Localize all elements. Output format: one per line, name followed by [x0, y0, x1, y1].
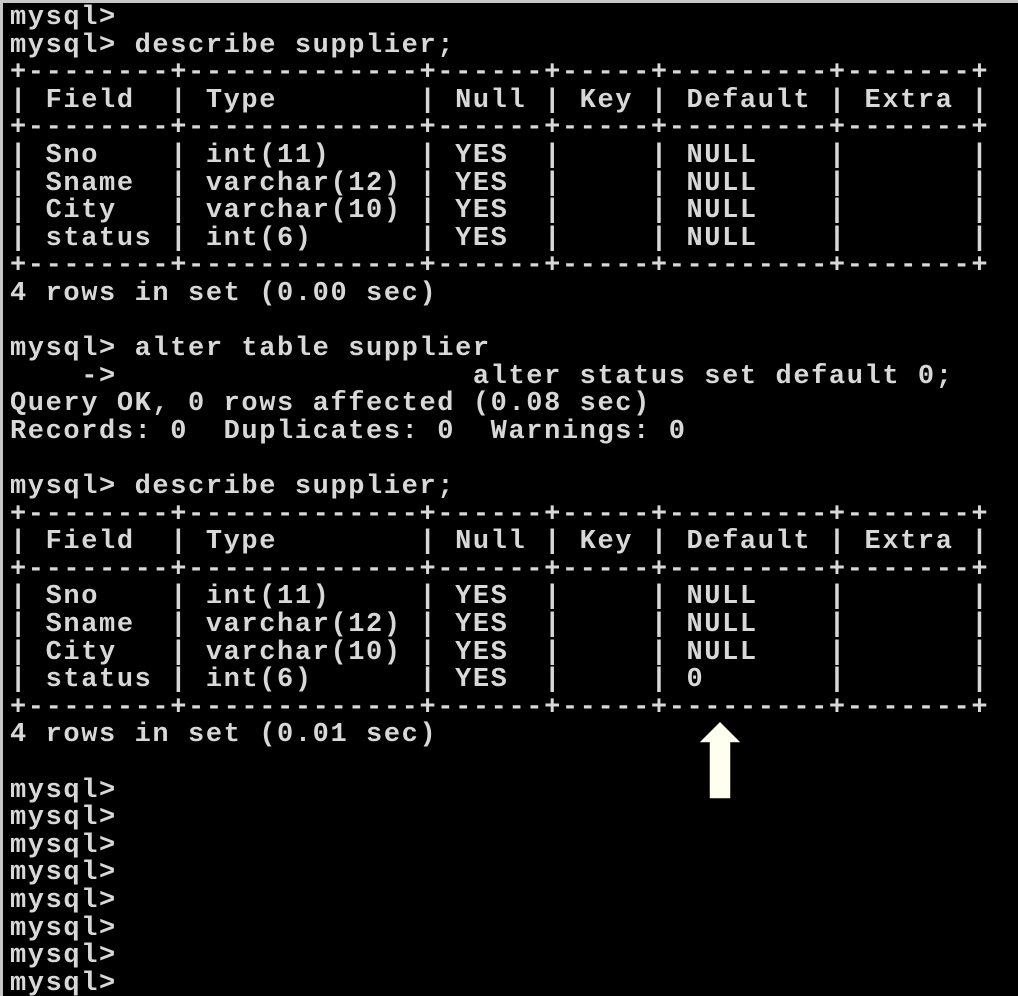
console-line: mysql> — [10, 830, 117, 861]
console-line: -> alter status set default 0; — [10, 361, 954, 392]
console-line: | City | varchar(10) | YES | | NULL | | — [10, 196, 990, 227]
console-line: | Sno | int(11) | YES | | NULL | | — [10, 582, 990, 613]
console-line: +--------+-------------+------+-----+---… — [10, 58, 990, 89]
console-line: mysql> — [10, 968, 117, 996]
console-line: Records: 0 Duplicates: 0 Warnings: 0 — [10, 416, 687, 447]
console-line: +--------+-------------+------+-----+---… — [10, 692, 990, 723]
console-line: | status | int(6) | YES | | 0 | | — [10, 665, 990, 696]
console-line: mysql> — [10, 941, 117, 972]
console-line: +--------+-------------+------+-----+---… — [10, 499, 990, 530]
console-line: | Field | Type | Null | Key | Default | … — [10, 527, 990, 558]
console-line: mysql> — [10, 886, 117, 916]
console-line: mysql> describe supplier; — [10, 472, 456, 503]
console-line: +--------+-------------+------+-----+---… — [10, 251, 990, 282]
console-line: mysql> — [10, 858, 117, 889]
console-window[interactable]: mysql> mysql> describe supplier; +--------… — [0, 0, 1018, 996]
console-line: | Sname | varchar(12) | YES | | NULL | | — [10, 610, 990, 641]
console-line: mysql> — [10, 775, 117, 806]
console-line: Query OK, 0 rows affected (0.08 sec) — [10, 389, 651, 420]
up-arrow-icon — [696, 719, 744, 800]
console-line: mysql> — [10, 803, 117, 834]
console-line: 4 rows in set (0.00 sec) — [10, 278, 438, 309]
console-line: mysql> describe supplier; — [10, 30, 456, 61]
console-line: mysql> alter table supplier — [10, 334, 491, 365]
console-line: | Sname | varchar(12) | YES | | NULL | | — [10, 168, 990, 199]
console-line: mysql> — [10, 3, 117, 33]
console-line: mysql> — [10, 913, 117, 944]
console-line: | Sno | int(11) | YES | | NULL | | — [10, 140, 990, 171]
console-line: +--------+-------------+------+-----+---… — [10, 554, 990, 585]
console-line: | status | int(6) | YES | | NULL | | — [10, 223, 990, 254]
console-line: +--------+-------------+------+-----+---… — [10, 113, 990, 144]
console-output: mysql> mysql> describe supplier; +--------… — [10, 3, 990, 996]
console-line: | City | varchar(10) | YES | | NULL | | — [10, 637, 990, 668]
console-line: 4 rows in set (0.01 sec) — [10, 720, 438, 751]
console-line: | Field | Type | Null | Key | Default | … — [10, 85, 990, 116]
